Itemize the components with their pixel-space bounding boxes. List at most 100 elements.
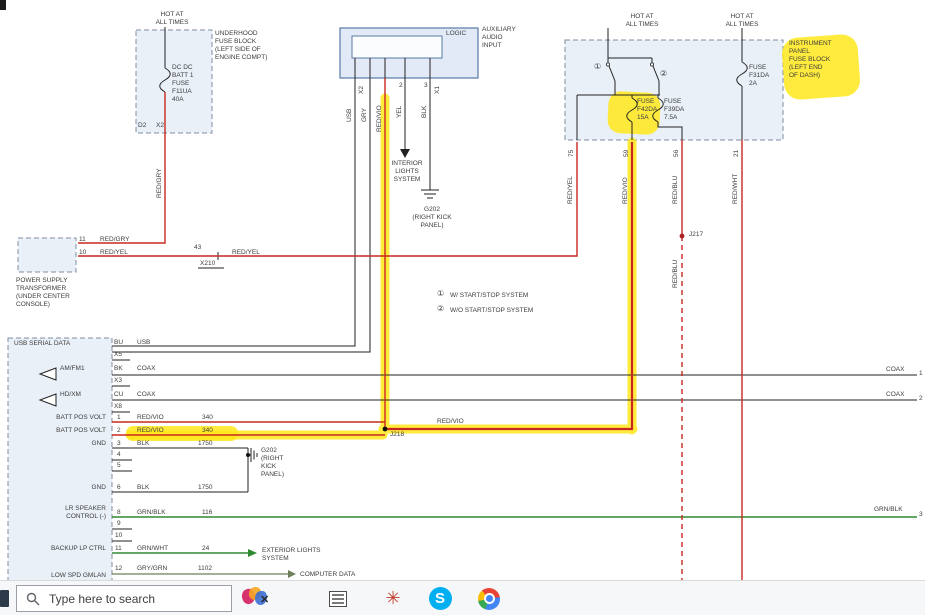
pin-number: 3 xyxy=(117,440,121,448)
pin-21-label: 21 xyxy=(733,150,740,157)
circuit-number: 340 xyxy=(202,414,213,422)
paint-palette-icon[interactable] xyxy=(240,581,272,615)
chrome-glyph xyxy=(478,588,500,610)
exterior-lights-arrow xyxy=(248,549,257,557)
legend-symbol-2: ② xyxy=(437,305,444,313)
wire-label-red-vio-mid: RED/VIO xyxy=(437,418,464,426)
wire-label-red-yel-vert: RED/YEL xyxy=(567,176,574,204)
pin-number: 9 xyxy=(117,520,121,528)
pin-number: 8 xyxy=(117,509,121,517)
computer-data-label: COMPUTER DATA xyxy=(300,571,355,579)
aux-audio-input-callout: AUXILIARY AUDIO INPUT xyxy=(482,26,516,50)
hot-at-label-2: HOT AT ALL TIMES xyxy=(616,13,668,29)
wire-color-label: BLK xyxy=(137,440,149,448)
instrument-panel-fuse-block-callout: INSTRUMENT PANEL FUSE BLOCK (LEFT END OF… xyxy=(789,40,832,80)
fuse-f42da-label: FUSE F42DA 15A xyxy=(637,98,657,122)
connector-x2-label: X2 xyxy=(156,122,164,130)
pin-75-label: 75 xyxy=(568,150,575,157)
circuit-number: 116 xyxy=(202,509,212,517)
coax-label-1: COAX xyxy=(886,366,904,374)
hot-at-label: HOT AT ALL TIMES xyxy=(146,11,198,27)
search-icon xyxy=(26,592,40,606)
splice-43-label: 43 xyxy=(194,244,201,252)
chrome-icon[interactable] xyxy=(473,581,505,615)
pin-number: 5 xyxy=(117,462,121,470)
wire-color-label: GRN/WHT xyxy=(137,545,168,553)
connector-x2-aux-label: X2 xyxy=(358,86,365,94)
wire-color-label: GRN/BLK xyxy=(137,509,166,517)
fuse-f31da-label: FUSE F31DA 2A xyxy=(749,64,769,88)
circuit-number: 1102 xyxy=(198,565,212,573)
connector-x1-aux-label: X1 xyxy=(434,86,441,94)
underhood-fuse-block-callout: UNDERHOOD FUSE BLOCK (LEFT SIDE OF ENGIN… xyxy=(215,30,267,62)
pin-number: 12 xyxy=(115,565,122,573)
wire-label-red-blu-vert-2: RED/BLU xyxy=(672,260,679,288)
wire-color-label: BLK xyxy=(137,484,149,492)
screen-edge-artifact xyxy=(0,0,6,10)
row-label: USB SERIAL DATA xyxy=(14,340,70,348)
pin-56-label: 56 xyxy=(673,150,680,157)
green-wires xyxy=(112,517,917,553)
pin-number: BK xyxy=(114,365,123,373)
pin-10-label: 10 xyxy=(79,249,86,257)
pin-59-label: 59 xyxy=(623,150,630,157)
hot-at-label-3: HOT AT ALL TIMES xyxy=(716,13,768,29)
interior-lights-system-label: INTERIOR LIGHTS SYSTEM xyxy=(384,160,430,184)
g202-ground-label-2: G202 (RIGHT KICK PANEL) xyxy=(261,447,284,479)
wire-color-label: RED/VIO xyxy=(137,427,164,435)
fuse-f11ua-label: DC DC BATT 1 FUSE F11UA 40A xyxy=(172,64,193,104)
wiring-diagram: HOT AT ALL TIMES UNDERHOOD FUSE BLOCK (L… xyxy=(0,0,925,580)
power-supply-transformer-box xyxy=(18,238,76,272)
wire-label-yel: YEL xyxy=(396,106,403,118)
junction-dots xyxy=(246,234,684,457)
pinwheel-glyph xyxy=(385,589,400,609)
desktop-screen: HOT AT ALL TIMES UNDERHOOD FUSE BLOCK (L… xyxy=(0,0,925,615)
task-view-icon[interactable] xyxy=(322,581,354,615)
interior-lights-arrow xyxy=(400,149,410,158)
switch-2-symbol: ② xyxy=(660,70,667,78)
logic-label: LOGIC xyxy=(446,30,466,38)
pin-number: 11 xyxy=(115,545,122,553)
power-supply-transformer-callout: POWER SUPPLY TRANSFORMER (UNDER CENTER C… xyxy=(16,277,70,309)
legend-text-1: W/ START/STOP SYSTEM xyxy=(450,292,528,300)
row-label: LOW SPD GMLAN xyxy=(28,572,106,580)
wire-label-red-gry-2: RED/GRY xyxy=(100,236,130,244)
fuse-f39da-label: FUSE F39DA 7.5A xyxy=(664,98,684,122)
row-label: HD/XM xyxy=(60,391,81,399)
taskbar-search[interactable]: Type here to search xyxy=(16,585,232,612)
start-button[interactable] xyxy=(0,590,9,607)
pin-2-label: 2 xyxy=(399,82,403,90)
pin-number: 1 xyxy=(117,414,121,422)
page-ref-2: 2 xyxy=(919,395,923,403)
wire-color-label: GRY/GRN xyxy=(137,565,167,573)
circuit-number: 1750 xyxy=(198,440,212,448)
legend-symbol-1: ① xyxy=(437,290,444,298)
circuit-number: 24 xyxy=(202,545,209,553)
exterior-lights-system-label: EXTERIOR LIGHTS SYSTEM xyxy=(262,547,321,563)
pinwheel-icon[interactable] xyxy=(377,581,409,615)
circuit-number: 340 xyxy=(202,427,213,435)
grn-blk-label: GRN/BLK xyxy=(874,506,903,514)
skype-glyph xyxy=(429,587,452,610)
row-label: AM/FM1 xyxy=(60,365,85,373)
j217-splice-dot xyxy=(680,234,685,239)
skype-icon[interactable] xyxy=(424,581,456,615)
row-label: LR SPEAKER CONTROL (-) xyxy=(28,505,106,521)
pin-3-label: 3 xyxy=(424,82,428,90)
wire-label-red-yel: RED/YEL xyxy=(100,249,128,257)
legend-text-2: W/O START/STOP SYSTEM xyxy=(450,307,533,315)
pin-d2-label: D2 xyxy=(138,122,146,130)
connector-x210-label: X210 xyxy=(200,260,215,268)
search-placeholder-text: Type here to search xyxy=(49,592,155,606)
wire-label-red-blu-vert: RED/BLU xyxy=(672,176,679,204)
row-label: BATT POS VOLT xyxy=(28,414,106,422)
j218-splice-label: J218 xyxy=(390,431,404,439)
row-label: BACKUP LP CTRL xyxy=(28,545,106,553)
chrome-hub xyxy=(484,593,495,604)
wire-label-red-gry: RED/GRY xyxy=(156,169,163,199)
switch-1-symbol: ① xyxy=(594,63,601,71)
row-label: GND xyxy=(28,484,106,492)
wire-color-label: RED/VIO xyxy=(137,414,164,422)
radio-box xyxy=(8,338,112,580)
highlighted-red-vio-wire xyxy=(385,142,632,429)
